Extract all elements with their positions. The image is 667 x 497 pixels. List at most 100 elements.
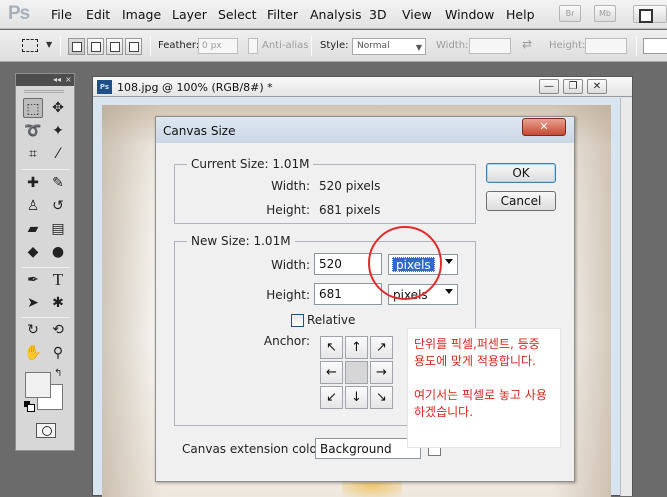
crop-tool-icon[interactable]: ⌗ [23, 144, 43, 164]
pen-tool-icon[interactable]: ✒ [23, 270, 43, 290]
vertical-scrollbar[interactable] [620, 98, 632, 496]
width-input[interactable] [469, 38, 511, 54]
rectangular-marquee-tool-icon[interactable]: ⬚ [23, 98, 43, 118]
new-height-label: Height: [266, 288, 310, 302]
style-label: Style: [320, 40, 349, 51]
anchor-top-right[interactable]: ↗ [370, 336, 393, 359]
style-select[interactable]: Normal ▼ [352, 38, 426, 55]
anchor-left[interactable]: ← [320, 361, 343, 384]
magic-wand-tool-icon[interactable]: ✦ [48, 121, 68, 141]
eraser-tool-icon[interactable]: ▰ [23, 219, 43, 239]
menu-analysis[interactable]: Analysis [310, 7, 362, 22]
document-title-bar[interactable]: Ps 108.jpg @ 100% (RGB/8#) * — ❐ ✕ [93, 77, 632, 97]
height-label: Height: [549, 40, 586, 51]
divider [21, 169, 69, 170]
menu-help[interactable]: Help [506, 7, 535, 22]
anchor-bottom[interactable]: ↓ [345, 386, 368, 409]
anchor-top-left[interactable]: ↖ [320, 336, 343, 359]
menu-file[interactable]: File [51, 7, 72, 22]
panel-grip[interactable] [24, 90, 64, 93]
foreground-color-swatch[interactable] [25, 372, 51, 398]
extension-color-select[interactable]: Background [315, 438, 421, 459]
default-colors-icon[interactable] [24, 401, 35, 412]
anchor-center[interactable] [345, 361, 368, 384]
screen-mode-icon[interactable] [633, 5, 667, 23]
cancel-button[interactable]: Cancel [486, 191, 556, 211]
feather-label: Feather: [158, 40, 200, 51]
photoshop-logo: Ps [8, 3, 30, 24]
current-height-label: Height: [266, 203, 310, 217]
3d-orbit-tool-icon[interactable]: ⟲ [48, 320, 68, 340]
divider [60, 36, 61, 56]
dialog-title-bar[interactable]: Canvas Size ✕ [156, 117, 574, 143]
3d-rotate-tool-icon[interactable]: ↻ [23, 320, 43, 340]
mini-bridge-button[interactable]: Mb [594, 5, 616, 22]
current-width-value: 520 pixels [319, 179, 381, 193]
healing-brush-tool-icon[interactable]: ✚ [23, 173, 43, 193]
tools-panel-header: ◂◂ × [16, 74, 74, 86]
relative-checkbox[interactable] [291, 314, 304, 327]
document-title: 108.jpg @ 100% (RGB/8#) * [117, 81, 273, 94]
menu-edit[interactable]: Edit [86, 7, 110, 22]
add-to-selection-icon[interactable] [87, 38, 104, 55]
path-selection-tool-icon[interactable]: ➤ [23, 293, 43, 313]
marquee-tool-preset-icon[interactable] [22, 39, 38, 52]
current-size-legend: Current Size: 1.01M [187, 157, 314, 171]
menu-layer[interactable]: Layer [172, 7, 207, 22]
menu-window[interactable]: Window [445, 7, 494, 22]
blur-tool-icon[interactable]: ◆ [23, 242, 43, 262]
anchor-bottom-right[interactable]: ↘ [370, 386, 393, 409]
gradient-tool-icon[interactable]: ▤ [48, 219, 68, 239]
anchor-right[interactable]: → [370, 361, 393, 384]
annotation-text-2: 여기서는 픽셀로 놓고 사용하겠습니다. [414, 388, 547, 419]
brush-tool-icon[interactable]: ✎ [48, 173, 68, 193]
hand-tool-icon[interactable]: ✋ [23, 343, 43, 363]
dialog-title: Canvas Size [163, 124, 236, 138]
maximize-icon[interactable]: ❐ [563, 79, 583, 94]
intersect-selection-icon[interactable] [125, 38, 142, 55]
collapse-icon[interactable]: ◂◂ [53, 74, 61, 85]
close-icon[interactable]: × [65, 74, 72, 85]
dodge-tool-icon[interactable]: ● [48, 242, 68, 262]
chevron-down-icon [445, 259, 453, 264]
anchor-bottom-left[interactable]: ↙ [320, 386, 343, 409]
close-icon[interactable]: ✕ [587, 79, 607, 94]
anchor-top[interactable]: ↑ [345, 336, 368, 359]
zoom-tool-icon[interactable]: ⚲ [48, 343, 68, 363]
custom-shape-tool-icon[interactable]: ✱ [48, 293, 68, 313]
menu-image[interactable]: Image [122, 7, 161, 22]
chevron-down-icon: ▼ [415, 43, 422, 52]
bridge-button[interactable]: Br [559, 5, 581, 22]
subtract-from-selection-icon[interactable] [106, 38, 123, 55]
new-selection-icon[interactable] [68, 38, 85, 55]
type-tool-icon[interactable]: T [48, 270, 68, 290]
move-tool-icon[interactable]: ✥ [48, 98, 68, 118]
height-input[interactable] [585, 38, 627, 54]
ok-button[interactable]: OK [486, 163, 556, 183]
tools-panel: ◂◂ × ⬚ ✥ ➰ ✦ ⌗ ⁄ ✚ ✎ ♙ ↺ ▰ ▤ ◆ ● ✒ T ➤ ✱… [15, 73, 75, 451]
quick-mask-icon[interactable] [36, 423, 56, 438]
menu-select[interactable]: Select [218, 7, 257, 22]
current-height-value: 681 pixels [319, 203, 381, 217]
menu-3d[interactable]: 3D [369, 7, 387, 22]
minimize-icon[interactable]: — [539, 79, 559, 94]
close-icon[interactable]: ✕ [522, 118, 566, 136]
feather-input[interactable]: 0 px [198, 38, 238, 54]
eyedropper-tool-icon[interactable]: ⁄ [48, 144, 68, 164]
anti-alias-checkbox[interactable] [248, 38, 258, 54]
clone-stamp-tool-icon[interactable]: ♙ [23, 196, 43, 216]
extension-color-label: Canvas extension color: [182, 442, 326, 456]
menu-filter[interactable]: Filter [267, 7, 298, 22]
new-height-input[interactable]: 681 [314, 283, 382, 305]
swap-width-height-icon[interactable]: ⇄ [522, 37, 532, 51]
chevron-down-icon[interactable]: ▼ [46, 40, 52, 49]
divider [311, 36, 312, 56]
refine-edge-button[interactable] [643, 38, 667, 54]
current-width-label: Width: [271, 179, 310, 193]
swap-colors-icon[interactable]: ↰ [54, 368, 62, 379]
divider [150, 36, 151, 56]
history-brush-tool-icon[interactable]: ↺ [48, 196, 68, 216]
lasso-tool-icon[interactable]: ➰ [23, 121, 43, 141]
chevron-down-icon [445, 289, 453, 294]
menu-view[interactable]: View [402, 7, 432, 22]
